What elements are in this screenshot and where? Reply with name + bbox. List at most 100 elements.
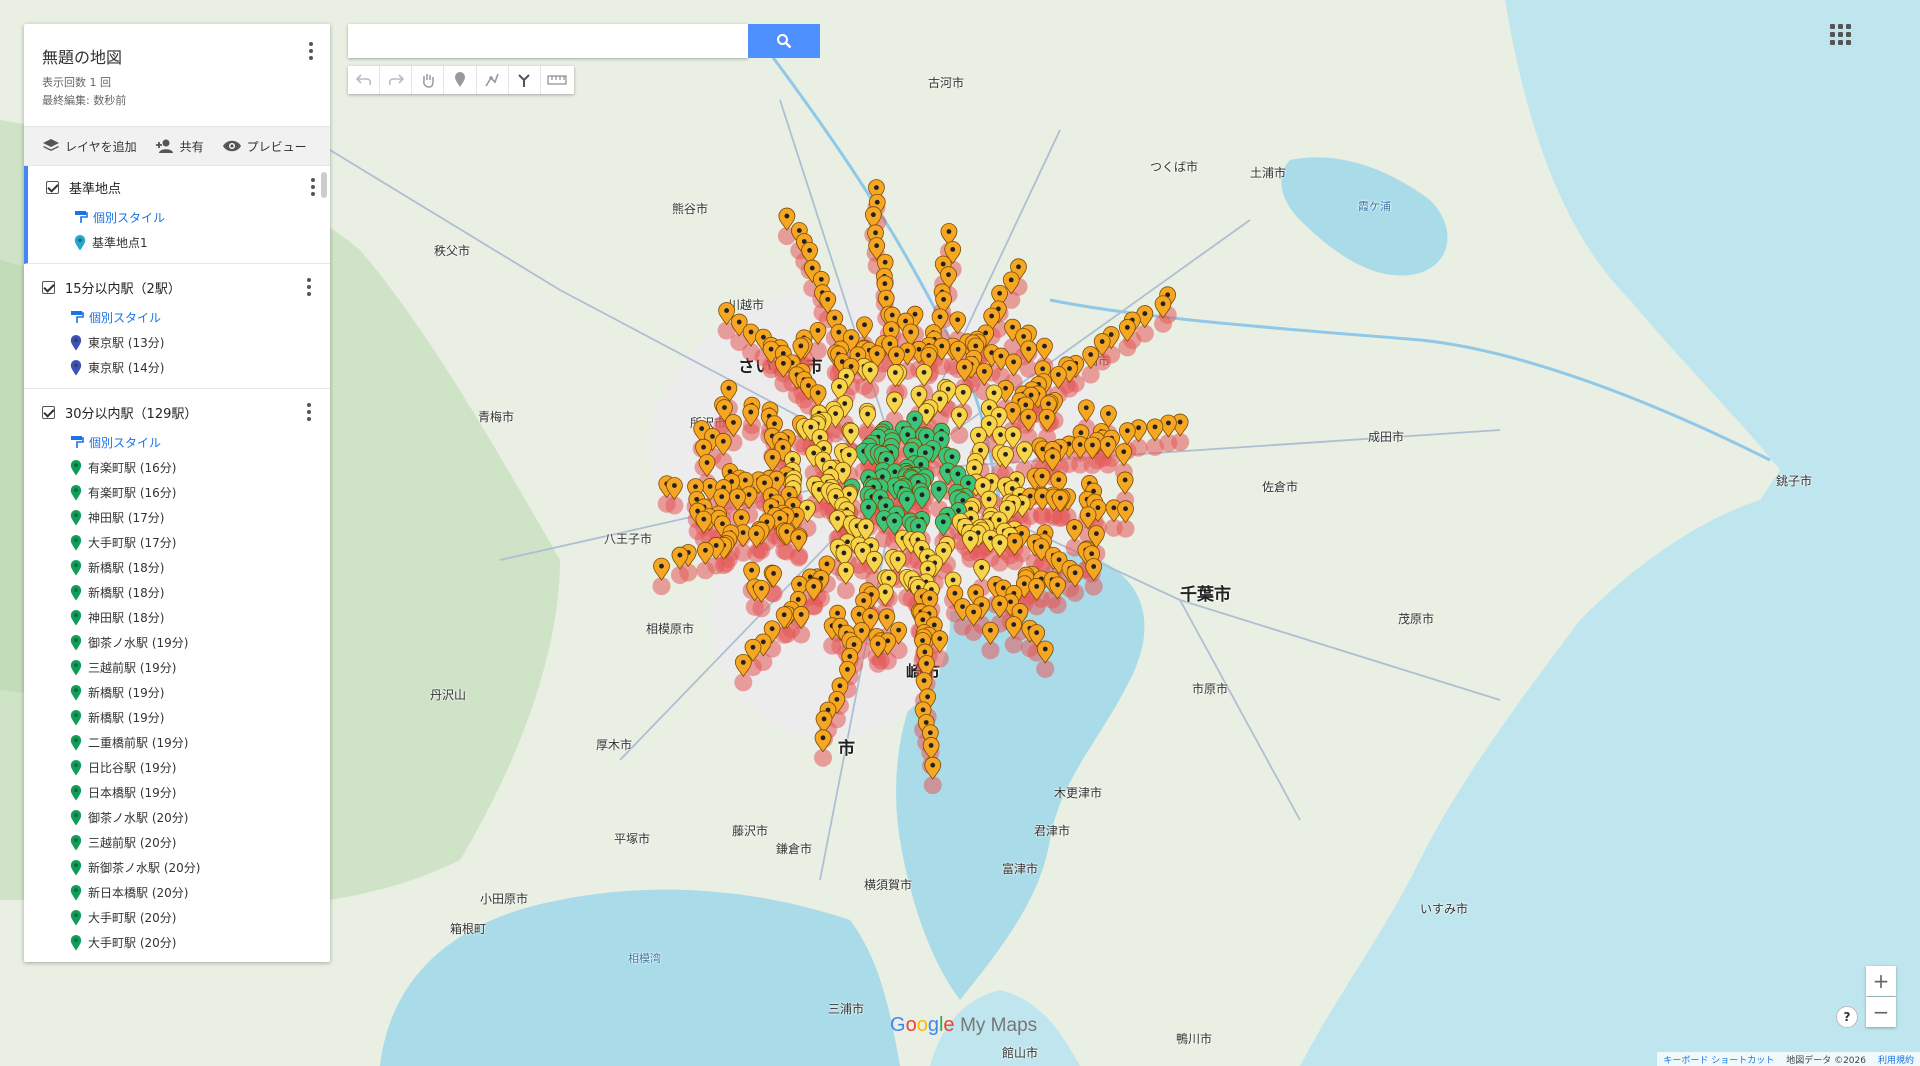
paint-roller-icon: [71, 311, 84, 323]
map-title[interactable]: 無題の地図: [42, 44, 122, 68]
station-pin[interactable]: [842, 422, 860, 446]
layer-name[interactable]: 基準地点: [69, 178, 121, 197]
station-pin[interactable]: [814, 729, 832, 753]
station-pin-dot: [882, 281, 888, 287]
station-pin[interactable]: [1146, 418, 1164, 442]
zoom-in-button[interactable]: +: [1866, 966, 1896, 996]
layer-group[interactable]: 基準地点個別スタイル 基準地点1: [24, 166, 330, 264]
layer-header[interactable]: 15分以内駅（2駅）: [24, 270, 330, 304]
station-pin[interactable]: [886, 391, 903, 415]
station-pin[interactable]: [982, 621, 999, 645]
draw-line-button[interactable]: [477, 66, 509, 94]
layer-item[interactable]: 御茶ノ水駅 (20分): [24, 805, 330, 830]
station-pin[interactable]: [954, 383, 972, 407]
layer-style-link[interactable]: 個別スタイル: [24, 304, 330, 330]
add-marker-button[interactable]: [444, 66, 477, 94]
layer-style-link[interactable]: 個別スタイル: [28, 204, 330, 230]
station-pin[interactable]: [1117, 500, 1134, 524]
station-pin-dot: [1003, 451, 1008, 457]
terms-link[interactable]: 利用規約: [1878, 1053, 1914, 1066]
layer-header[interactable]: 30分以内駅（129駅）: [24, 395, 330, 429]
layer-item[interactable]: 新橋駅 (19分): [24, 680, 330, 705]
zoom-out-button[interactable]: −: [1866, 997, 1896, 1027]
station-pin[interactable]: [809, 322, 827, 346]
place-marker-icon: [70, 359, 82, 375]
layer-item[interactable]: 新橋駅 (19分): [24, 705, 330, 730]
layer-item[interactable]: 有楽町駅 (16分): [24, 455, 330, 480]
station-pin[interactable]: [950, 406, 968, 430]
layer-item[interactable]: 神田駅 (17分): [24, 505, 330, 530]
station-pin-dot: [889, 312, 895, 318]
layer-item[interactable]: 新日本橋駅 (20分): [24, 880, 330, 905]
station-pin[interactable]: [973, 559, 991, 583]
layer-item[interactable]: 新橋駅 (18分): [24, 555, 330, 580]
preview-button[interactable]: プレビュー: [222, 138, 307, 155]
layer-name[interactable]: 30分以内駅（129駅）: [65, 403, 197, 422]
layer-item[interactable]: 御茶ノ水駅 (19分): [24, 630, 330, 655]
share-button[interactable]: 共有: [155, 138, 204, 155]
station-pin[interactable]: [1036, 337, 1053, 361]
layer-item[interactable]: 大手町駅 (20分): [24, 905, 330, 930]
station-pin[interactable]: [1116, 471, 1134, 495]
layer-item[interactable]: 東京駅 (13分): [24, 330, 330, 355]
layer-item[interactable]: 神田駅 (18分): [24, 605, 330, 630]
station-pin[interactable]: [924, 756, 942, 780]
layer-options-icon[interactable]: [304, 176, 322, 198]
layer-visibility-checkbox[interactable]: [42, 405, 55, 419]
layer-name[interactable]: 15分以内駅（2駅）: [65, 278, 181, 297]
layer-item[interactable]: 日本橋駅 (19分): [24, 780, 330, 805]
station-pin-dot: [846, 452, 852, 458]
layer-item[interactable]: 大手町駅 (17分): [24, 530, 330, 555]
undo-button[interactable]: [348, 66, 381, 94]
station-pin-dot: [962, 364, 967, 370]
layer-item-label: 新橋駅 (19分): [88, 686, 165, 700]
layer-item[interactable]: 新御茶ノ水駅 (20分): [24, 855, 330, 880]
station-pin-dot: [997, 540, 1003, 546]
layer-group[interactable]: 15分以内駅（2駅） 個別スタイル 東京駅 (13分) 東京駅 (14分): [24, 264, 330, 389]
place-marker-icon: [70, 759, 82, 775]
layer-item[interactable]: 大手町駅 (20分): [24, 930, 330, 955]
map-options-icon[interactable]: [302, 40, 320, 62]
station-pin[interactable]: [949, 311, 967, 335]
keyboard-shortcuts-link[interactable]: キーボード ショートカット: [1663, 1053, 1774, 1066]
station-pin-dot: [1136, 425, 1141, 431]
station-pin-dot: [1124, 325, 1130, 330]
search-input[interactable]: [348, 24, 748, 58]
layer-header[interactable]: 基準地点: [28, 170, 330, 204]
station-pin-dot: [1010, 324, 1015, 330]
station-pin-dot: [939, 343, 945, 349]
layer-style-link[interactable]: 個別スタイル: [24, 429, 330, 455]
station-pin-dot: [882, 589, 888, 595]
help-button[interactable]: ?: [1836, 1006, 1858, 1028]
station-pin-dot: [701, 444, 706, 450]
layer-visibility-checkbox[interactable]: [46, 180, 59, 194]
layer-group[interactable]: 30分以内駅（129駅） 個別スタイル 有楽町駅 (16分) 有楽町駅 (16分) 神田…: [24, 389, 330, 962]
measure-button[interactable]: [541, 66, 574, 94]
station-pin-dot: [815, 327, 821, 333]
layer-options-icon[interactable]: [300, 401, 318, 423]
station-pin-dot: [815, 390, 821, 396]
station-pin[interactable]: [653, 557, 670, 581]
layer-item[interactable]: 日比谷駅 (19分): [24, 755, 330, 780]
directions-button[interactable]: [509, 66, 541, 94]
layer-options-icon[interactable]: [300, 276, 318, 298]
layer-item[interactable]: 三越前駅 (20分): [24, 830, 330, 855]
layer-item[interactable]: 有楽町駅 (16分): [24, 480, 330, 505]
station-pin-dot: [904, 348, 910, 354]
search-button[interactable]: [748, 24, 820, 58]
layer-item[interactable]: 三越前駅 (19分): [24, 655, 330, 680]
apps-grid-icon[interactable]: [1826, 20, 1854, 48]
add-layer-button[interactable]: レイヤを追加: [42, 138, 137, 155]
layer-item[interactable]: 二重橋前駅 (19分): [24, 730, 330, 755]
layer-visibility-checkbox[interactable]: [42, 280, 55, 294]
redo-button[interactable]: [380, 66, 413, 94]
station-pin[interactable]: [1077, 399, 1095, 423]
layer-item-label: 神田駅 (18分): [88, 611, 165, 625]
layer-item[interactable]: 基準地点1: [28, 230, 330, 255]
station-pin-dot: [998, 432, 1003, 438]
station-pin-dot: [1160, 301, 1166, 307]
layer-item[interactable]: 新橋駅 (18分): [24, 580, 330, 605]
pan-tool-button[interactable]: [412, 66, 445, 94]
layer-item[interactable]: 東京駅 (14分): [24, 355, 330, 380]
station-pin-dot: [870, 212, 876, 218]
